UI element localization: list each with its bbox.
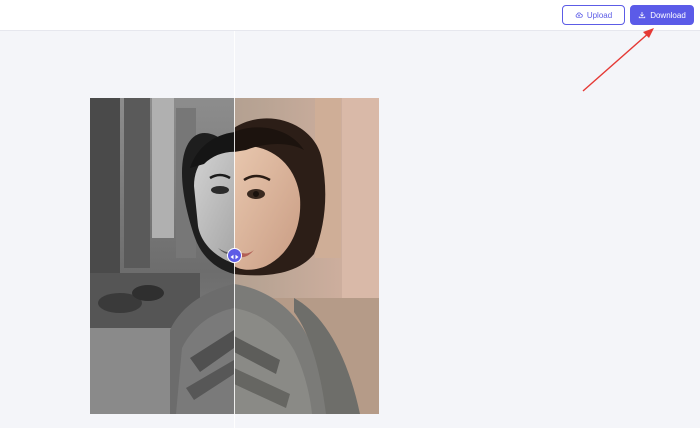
download-button-label: Download [650, 10, 686, 20]
red-arrow-annotation [582, 28, 654, 92]
download-icon [638, 11, 646, 19]
comparison-divider[interactable] [234, 31, 235, 428]
left-right-arrows-icon [230, 247, 239, 265]
comparison-slider-handle[interactable] [227, 248, 242, 263]
upload-button-label: Upload [586, 10, 613, 20]
cloud-upload-icon [575, 11, 583, 19]
